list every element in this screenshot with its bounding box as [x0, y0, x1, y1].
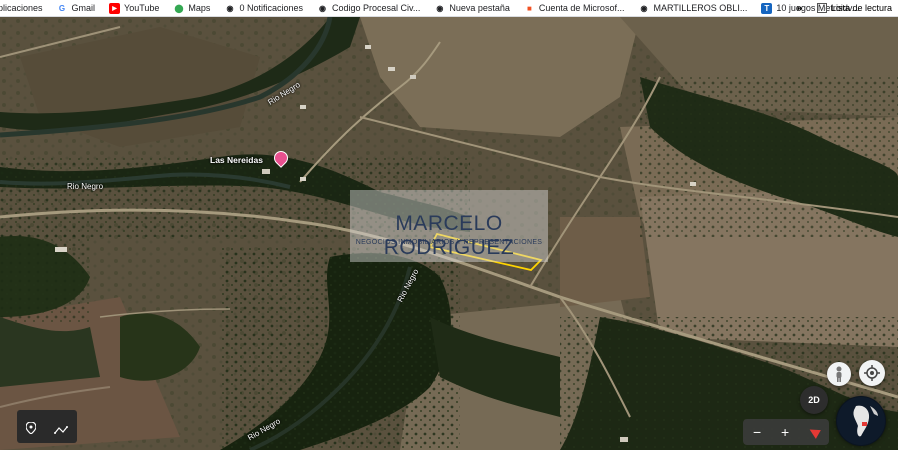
place-marker-icon[interactable]: [25, 420, 37, 435]
bookmark-item[interactable]: ▶ YouTube: [109, 2, 160, 14]
bookmark-label: MARTILLEROS OBLI...: [653, 3, 748, 13]
youtube-icon: ▶: [109, 2, 121, 14]
bookmark-label: 0 Notificaciones: [239, 3, 303, 13]
bookmark-label: YouTube: [124, 3, 160, 13]
globe-icon: ◉: [226, 3, 234, 13]
bookmark-label: plicaciones: [0, 3, 43, 13]
compass-icon[interactable]: [807, 425, 821, 439]
globe-icon: ◉: [640, 3, 648, 13]
watermark-title: MARCELO RODRIGUEZ: [383, 212, 515, 259]
bookmark-label: Cuenta de Microsof...: [538, 3, 625, 13]
google-icon: G: [58, 3, 66, 13]
globe-icon: ◉: [318, 3, 326, 13]
bookmark-label: Gmail: [71, 3, 96, 13]
pegman-icon: [836, 366, 842, 382]
map-tools-panel: [17, 410, 77, 443]
site-icon: T: [761, 2, 773, 14]
zoom-in-button[interactable]: +: [781, 424, 789, 440]
reading-list-button[interactable]: Lista de lectura: [816, 0, 892, 16]
measure-icon[interactable]: [54, 422, 68, 434]
bookmark-item[interactable]: ⬤ Maps: [173, 3, 210, 14]
my-location-button[interactable]: [859, 360, 885, 386]
bookmark-label: Codigo Procesal Civ...: [331, 3, 421, 13]
bookmark-label: Maps: [188, 3, 211, 13]
reading-list-icon: [816, 3, 827, 13]
view-mode-toggle[interactable]: 2D: [800, 386, 828, 414]
microsoft-icon: ■: [526, 3, 532, 13]
crosshair-icon: [864, 365, 880, 381]
place-label-las-nereidas[interactable]: Las Nereidas: [210, 155, 263, 165]
watermark: MARCELO RODRIGUEZ NEGOCIOS INMOBILIARIOS…: [350, 190, 548, 262]
globe-icon: [837, 397, 885, 445]
street-view-button[interactable]: [827, 362, 851, 386]
bookmark-item[interactable]: ◉ Codigo Procesal Civ...: [317, 3, 420, 14]
watermark-subtitle: NEGOCIOS INMOBILIARIOS Y REPRESENTACIONE…: [355, 239, 543, 246]
bookmark-item[interactable]: ■ Cuenta de Microsof...: [524, 3, 625, 14]
bookmark-item[interactable]: ⋮⋮plicaciones: [0, 3, 43, 13]
bookmark-item[interactable]: ◉ 0 Notificaciones: [224, 3, 303, 14]
reading-list-label: Lista de lectura: [830, 3, 892, 13]
bookmark-item[interactable]: ◉ MARTILLEROS OBLI...: [638, 3, 747, 14]
globe-icon: ◉: [436, 3, 444, 13]
bookmarks-more-button[interactable]: »: [796, 0, 802, 16]
bookmark-item[interactable]: G Gmail: [57, 3, 96, 14]
zoom-out-button[interactable]: −: [753, 424, 761, 440]
maps-icon: ⬤: [174, 3, 184, 13]
bookmark-label: Nueva pestaña: [449, 3, 510, 13]
satellite-map[interactable]: Rio Negro Rio Negro Rio Negro Rio Negro …: [0, 17, 898, 450]
zoom-controls: − +: [743, 419, 829, 445]
globe-view-button[interactable]: [836, 396, 886, 446]
bookmark-item[interactable]: ◉ Nueva pestaña: [434, 3, 510, 14]
river-label: Rio Negro: [67, 182, 104, 191]
bookmarks-bar: ⋮⋮plicaciones G Gmail ▶YouTube ⬤ Maps ◉ 0 Notif…: [0, 0, 898, 17]
